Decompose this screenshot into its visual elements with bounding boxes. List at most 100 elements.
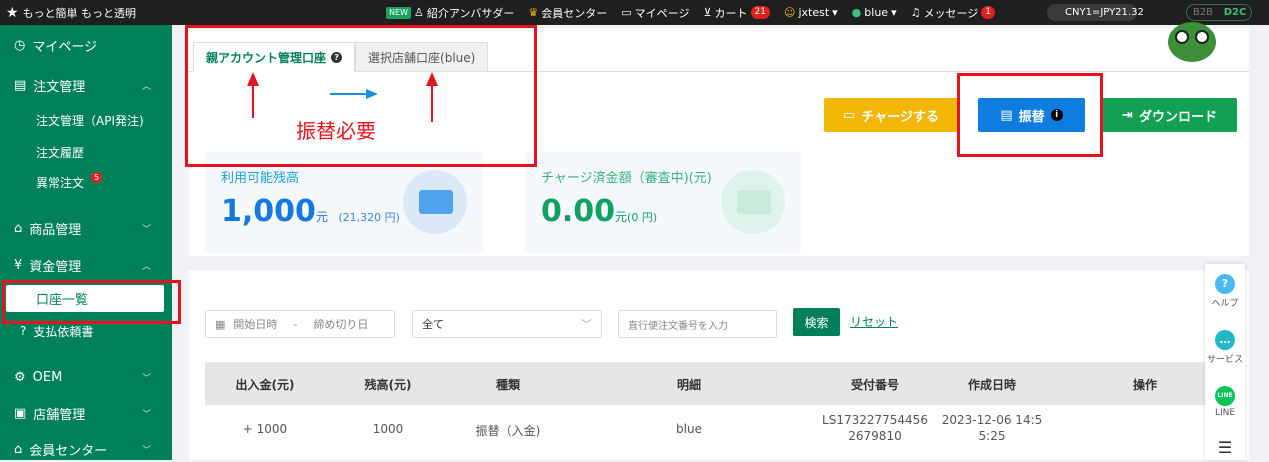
frog-avatar[interactable] — [1168, 22, 1216, 62]
start-date-placeholder: 開始日時 — [233, 318, 278, 331]
chevron-down-icon: ▾ — [832, 6, 838, 19]
chevron-down-icon: ﹀ — [142, 373, 152, 384]
download-button[interactable]: ⇥ ダウンロード — [1102, 98, 1237, 132]
b2b-option[interactable]: B2B — [1187, 7, 1219, 18]
chevron-up-icon: ︿ — [142, 261, 152, 272]
annotation-box-tabs — [185, 25, 537, 167]
sidebar-item-mypage[interactable]: ◷ マイページ — [0, 32, 172, 58]
reset-link[interactable]: リセット — [850, 313, 898, 330]
annotation-box-transfer — [957, 73, 1103, 157]
yen-icon: ¥ — [14, 257, 23, 273]
sidebar-item-label: 店舗管理 — [33, 407, 86, 423]
charge-icon: ▭ — [843, 107, 856, 123]
sidebar-item-product-mgmt[interactable]: ⌂ 商品管理 ﹀ — [0, 215, 172, 241]
sidebar-item-order-api[interactable]: 注文管理（API発注) — [0, 107, 172, 133]
sidebar-item-store-mgmt[interactable]: ▣ 店舗管理 ﹀ — [0, 400, 172, 426]
member-center-label: 会員センター — [541, 6, 608, 20]
service-button[interactable]: … サービス — [1205, 330, 1245, 365]
created-line: 2023-12-06 14:5 — [941, 413, 1043, 427]
mypage-link[interactable]: ▭ マイページ — [621, 5, 689, 21]
cell-detail: blue — [676, 422, 702, 436]
chevron-down-icon: ﹀ — [581, 318, 592, 331]
download-label: ダウンロード — [1138, 109, 1217, 125]
chevron-down-icon: ﹀ — [142, 224, 152, 235]
sidebar-item-label: 注文管理 — [33, 79, 86, 95]
user-menu[interactable]: ☺ jxtest ▾ — [784, 6, 838, 19]
sidebar-item-label: 商品管理 — [29, 222, 82, 238]
messages-link[interactable]: ♫ メッセージ 1 — [911, 5, 995, 21]
charged-unit: 元 — [615, 210, 628, 224]
sidebar-item-abnormal[interactable]: 異常注文 5 — [0, 169, 172, 195]
cart-link[interactable]: ⊻ カート 21 — [703, 5, 770, 21]
avatar-eye — [1195, 30, 1209, 44]
sidebar-item-order-history[interactable]: 注文履歴 — [0, 139, 172, 165]
shop-icon: ● — [851, 6, 862, 19]
table-header: 出入金(元) 残高(元) 種類 明細 受付番号 作成日時 操作 — [205, 362, 1215, 405]
d2c-option[interactable]: D2C — [1219, 7, 1251, 18]
help-button[interactable]: ? ヘルプ — [1205, 274, 1245, 309]
end-date-placeholder: 締め切り日 — [313, 318, 369, 331]
mode-switch[interactable]: B2B D2C — [1186, 4, 1252, 21]
shop-menu[interactable]: ● blue ▾ — [852, 6, 897, 19]
user-label: jxtest — [798, 6, 830, 19]
table-row[interactable]: + 1000 1000 振替（入金) blue LS173227754456 2… — [205, 405, 1215, 455]
person-icon: ♙ — [413, 6, 424, 19]
sidebar-item-label: 異常注文 — [36, 175, 85, 190]
sidebar-item-oem[interactable]: ⚙ OEM ﹀ — [0, 364, 172, 390]
cell-balance: 1000 — [372, 422, 404, 436]
date-range-input[interactable]: ▦ 開始日時 - 締め切り日 — [205, 310, 395, 338]
chevron-down-icon: ﹀ — [142, 409, 152, 420]
sidebar-item-label: 注文管理（API発注) — [36, 113, 144, 128]
wallet-icon — [403, 170, 467, 234]
type-select[interactable]: 全て ﹀ — [412, 310, 602, 338]
abnormal-badge: 5 — [91, 171, 103, 183]
charge-button[interactable]: ▭ チャージする — [824, 98, 958, 132]
header-type: 種類 — [495, 378, 520, 392]
currency-rate[interactable]: CNY1=JPY21.32 — [1047, 4, 1144, 21]
sidebar-item-label: 注文履歴 — [36, 145, 85, 160]
floating-help-bar: ? ヘルプ … サービス LINE LINE ☰ — [1205, 264, 1245, 460]
charged-value: 0.00元(0 円) — [541, 194, 657, 229]
bag-icon: ⌂ — [14, 220, 23, 236]
home-icon: ⌂ — [14, 441, 23, 457]
available-jpy: (21,320 円) — [338, 211, 400, 224]
crown-icon: ♛ — [528, 6, 539, 19]
chevron-up-icon: ︿ — [142, 81, 152, 92]
sidebar-item-member-center[interactable]: ⌂ 会員センター ﹀ — [0, 436, 172, 462]
sidebar-item-label: OEM — [32, 369, 63, 385]
rate-label: CNY1=JPY21.32 — [1065, 7, 1144, 18]
header-detail: 明細 — [676, 378, 701, 392]
ambassador-link[interactable]: NEW ♙ 紹介アンバサダー — [386, 5, 514, 21]
cell-type: 振替（入金) — [475, 424, 541, 438]
charged-label: チャージ済金額（審査中)(元) — [541, 171, 712, 186]
store-icon: ▣ — [14, 405, 27, 421]
service-label: サービス — [1206, 355, 1243, 365]
charge-label: チャージする — [861, 109, 939, 125]
chevron-down-icon: ﹀ — [142, 445, 152, 456]
order-number-input[interactable]: 直行便注文番号を入力 — [618, 310, 777, 338]
sidebar-item-funds-mgmt[interactable]: ¥ 資金管理 ︿ — [0, 252, 172, 278]
wallet-icon — [721, 170, 785, 234]
charged-jpy: (0 円) — [627, 211, 658, 224]
search-button[interactable]: 検索 — [793, 308, 840, 336]
sidebar: ◷ マイページ ▤ 注文管理 ︿ 注文管理（API発注) 注文履歴 異常注文 5… — [0, 25, 172, 460]
created-line: 5:25 — [978, 429, 1006, 443]
receipt-line: 2679810 — [848, 429, 902, 443]
bell-icon: ♫ — [910, 6, 921, 19]
menu-icon[interactable]: ☰ — [1205, 438, 1245, 457]
help-label: ヘルプ — [1211, 299, 1239, 309]
question-icon: ? — [1215, 274, 1235, 294]
line-button[interactable]: LINE LINE — [1205, 386, 1245, 418]
type-select-value: 全て — [422, 318, 444, 331]
cart-icon: ⊻ — [703, 6, 712, 19]
message-count-badge: 1 — [981, 6, 995, 19]
member-center-link[interactable]: ♛ 会員センター — [528, 5, 607, 21]
chat-icon: … — [1215, 330, 1235, 350]
header-balance: 残高(元) — [364, 378, 412, 392]
logo[interactable]: ★ もっと簡単 もっと透明 — [0, 5, 136, 21]
chevron-down-icon: ▾ — [891, 6, 897, 19]
header-amount: 出入金(元) — [235, 378, 295, 392]
date-separator: - — [293, 317, 298, 331]
header-receipt: 受付番号 — [850, 378, 899, 392]
sidebar-item-order-mgmt[interactable]: ▤ 注文管理 ︿ — [0, 72, 172, 98]
